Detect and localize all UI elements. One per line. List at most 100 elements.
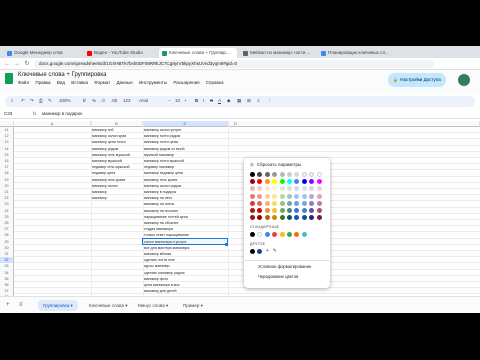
- font-size-input[interactable]: 10: [175, 98, 180, 103]
- selected-cell[interactable]: [142, 238, 228, 245]
- print-icon[interactable]: ⎙: [39, 98, 43, 103]
- color-swatch[interactable]: [309, 208, 315, 213]
- color-swatch[interactable]: [301, 193, 307, 199]
- color-swatch[interactable]: [301, 208, 307, 213]
- alternating-colors-item[interactable]: Чередование цветов: [258, 274, 298, 279]
- avatar[interactable]: [458, 74, 470, 86]
- url-input[interactable]: docs.google.com/spreadsheets/d/1GXHBTk7b…: [34, 60, 434, 68]
- sheet-tab[interactable]: Минус слова ▾: [133, 300, 173, 311]
- color-swatch[interactable]: [257, 186, 263, 192]
- color-swatch[interactable]: [279, 172, 285, 177]
- color-swatch[interactable]: [257, 215, 263, 221]
- menu-file[interactable]: Файл: [18, 80, 29, 85]
- color-swatch[interactable]: [316, 208, 322, 213]
- back-icon[interactable]: ←: [3, 60, 11, 68]
- conditional-formatting-item[interactable]: Условное форматирование: [258, 264, 311, 269]
- font-select[interactable]: Arial: [139, 98, 148, 103]
- add-custom-color-icon[interactable]: +: [265, 249, 270, 254]
- menu-format[interactable]: Формат: [94, 80, 110, 85]
- standard-color-swatch[interactable]: [301, 232, 307, 237]
- color-swatch[interactable]: [301, 172, 307, 177]
- add-sheet-icon[interactable]: +: [6, 302, 10, 308]
- color-swatch[interactable]: [316, 172, 322, 177]
- text-color-icon[interactable]: A: [218, 98, 221, 103]
- color-swatch[interactable]: [272, 186, 278, 192]
- decimal-more-icon[interactable]: .00: [111, 98, 117, 103]
- number-format-icon[interactable]: 123: [123, 98, 131, 103]
- menu-data[interactable]: Данные: [117, 80, 133, 85]
- color-swatch[interactable]: [279, 179, 285, 185]
- color-swatch[interactable]: [264, 186, 270, 192]
- sheet-tab-active[interactable]: Группировка ▾: [38, 300, 78, 311]
- strikethrough-icon[interactable]: S: [210, 98, 213, 103]
- percent-icon[interactable]: %: [92, 98, 96, 103]
- sheet-tab[interactable]: Пример ▾: [178, 300, 208, 311]
- color-swatch[interactable]: [294, 179, 300, 185]
- currency-icon[interactable]: ₽: [83, 98, 86, 104]
- zoom-select[interactable]: 100%: [59, 98, 71, 103]
- color-swatch[interactable]: [294, 193, 300, 199]
- color-swatch[interactable]: [309, 186, 315, 192]
- font-size-plus[interactable]: +: [184, 98, 187, 103]
- search-menu-icon[interactable]: ⌕: [11, 98, 14, 103]
- color-swatch[interactable]: [272, 200, 278, 206]
- color-swatch[interactable]: [264, 179, 270, 185]
- custom-color-swatch[interactable]: [250, 249, 255, 254]
- all-sheets-icon[interactable]: ≡: [19, 302, 23, 308]
- align-icon[interactable]: ≡: [257, 98, 260, 103]
- redo-icon[interactable]: ↷: [30, 98, 34, 104]
- document-title[interactable]: Ключевые слова + Группировка: [18, 72, 107, 78]
- color-swatch[interactable]: [316, 200, 322, 206]
- standard-color-swatch[interactable]: [257, 232, 263, 237]
- color-swatch[interactable]: [309, 193, 315, 199]
- color-swatch[interactable]: [264, 208, 270, 213]
- merge-icon[interactable]: ⊞: [247, 98, 251, 104]
- star-icon[interactable]: ☆: [87, 72, 91, 78]
- color-swatch[interactable]: [294, 215, 300, 221]
- color-swatch[interactable]: [294, 172, 300, 177]
- color-swatch[interactable]: [279, 208, 285, 213]
- color-swatch[interactable]: [272, 215, 278, 221]
- color-swatch[interactable]: [287, 215, 292, 221]
- color-swatch[interactable]: [287, 208, 292, 213]
- paint-format-icon[interactable]: ✎: [48, 98, 52, 104]
- sheet-tab[interactable]: Ключевые слова ▾: [84, 300, 133, 311]
- color-swatch[interactable]: [316, 215, 322, 221]
- color-swatch[interactable]: [294, 208, 300, 213]
- browser-tab-active[interactable]: Ключевые слова + Группир...: [159, 48, 237, 58]
- color-swatch[interactable]: [301, 186, 307, 192]
- color-swatch[interactable]: [250, 193, 255, 199]
- color-swatch[interactable]: [257, 208, 263, 213]
- color-swatch[interactable]: [309, 215, 315, 221]
- color-swatch[interactable]: [294, 186, 300, 192]
- color-swatch[interactable]: [301, 179, 307, 185]
- color-swatch[interactable]: [257, 193, 263, 199]
- color-swatch[interactable]: [279, 200, 285, 206]
- color-swatch[interactable]: [250, 200, 255, 206]
- eyedropper-icon[interactable]: ✎: [272, 249, 277, 254]
- color-swatch[interactable]: [316, 179, 322, 185]
- color-swatch[interactable]: [264, 200, 270, 206]
- color-swatch[interactable]: [309, 172, 315, 177]
- color-swatch[interactable]: [287, 186, 292, 192]
- color-swatch[interactable]: [287, 179, 292, 185]
- color-swatch[interactable]: [257, 179, 263, 185]
- browser-tab[interactable]: Google Менеджер слов: [4, 48, 66, 58]
- color-swatch[interactable]: [301, 200, 307, 206]
- color-swatch[interactable]: [264, 172, 270, 177]
- color-swatch[interactable]: [316, 186, 322, 192]
- color-swatch[interactable]: [287, 200, 292, 206]
- color-swatch[interactable]: [272, 172, 278, 177]
- menu-edit[interactable]: Правка: [35, 80, 50, 85]
- browser-tab[interactable]: Мейкап по маникюр: ногти ...: [240, 48, 316, 58]
- reset-color-button[interactable]: ⊘ Сбросить параметры: [250, 162, 301, 168]
- formula-input[interactable]: маникюр в подарок: [42, 111, 82, 116]
- color-swatch[interactable]: [294, 200, 300, 206]
- color-swatch[interactable]: [250, 179, 255, 185]
- share-button[interactable]: 🔒 Настройки Доступа: [388, 73, 446, 87]
- menu-insert[interactable]: Вставка: [71, 80, 88, 85]
- browser-tab[interactable]: Планировщик ключевых сл...: [318, 48, 394, 58]
- standard-color-swatch[interactable]: [250, 232, 255, 237]
- font-size-minus[interactable]: −: [168, 98, 171, 103]
- color-swatch[interactable]: [257, 200, 263, 206]
